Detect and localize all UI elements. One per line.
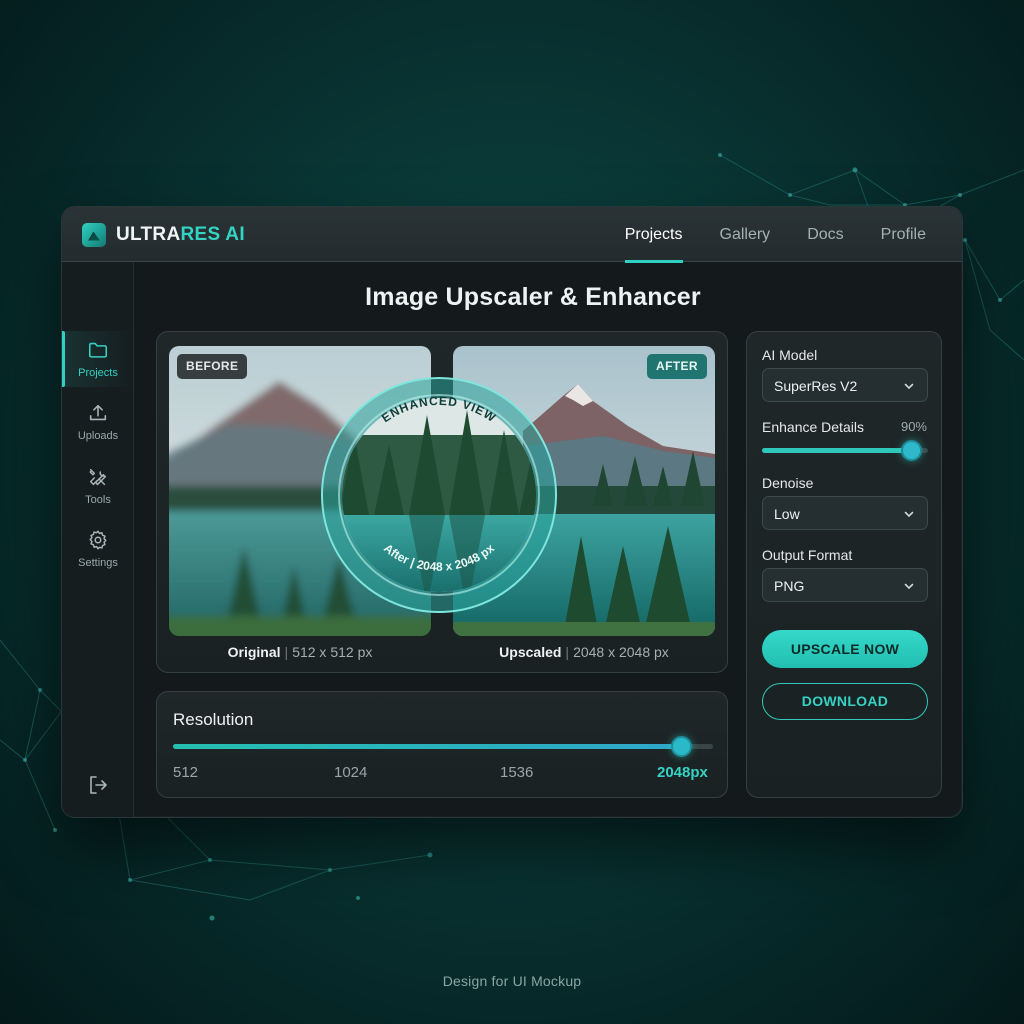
brand-name-main: ULTRA [116,223,181,245]
sidebar-item-projects[interactable]: Projects [62,331,134,387]
output-format-value: PNG [774,578,805,594]
app-window: ULTRARES AI Projects Gallery Docs Profil… [61,206,963,818]
ai-model-select[interactable]: SuperRes V2 [762,368,928,402]
resolution-tick-1536[interactable]: 1536 [500,764,533,781]
denoise-value: Low [774,506,800,522]
resolution-tick-1024[interactable]: 1024 [334,764,367,781]
top-bar: ULTRARES AI Projects Gallery Docs Profil… [62,207,962,263]
settings-panel: AI Model SuperRes V2 Enhance Details 90%… [746,331,942,798]
upscaled-caption: Upscaled | 2048 x 2048 px [453,644,715,660]
resolution-label: Resolution [173,710,254,729]
tools-icon [89,468,107,486]
logo-icon [82,222,106,247]
resolution-slider[interactable] [173,736,713,757]
enhance-details-value: 90% [900,419,927,434]
enhance-details-fill [762,448,912,453]
sidebar-item-label: Tools [85,494,111,506]
denoise-label: Denoise [762,475,814,491]
download-button[interactable]: DOWNLOAD [762,683,928,720]
before-tag: BEFORE [177,354,248,379]
tab-docs[interactable]: Docs [807,207,843,262]
folder-icon [88,342,108,358]
original-label: Original [227,644,281,660]
brand-name: ULTRARES AI [116,224,245,246]
upscale-now-button[interactable]: UPSCALE NOW [762,630,928,668]
original-size: 512 x 512 px [292,644,373,660]
enhance-details-label: Enhance Details [762,419,864,435]
sidebar-item-label: Projects [78,367,118,379]
logout-icon[interactable] [86,773,110,797]
caption-separator: | [284,644,289,660]
output-format-label: Output Format [762,547,853,563]
compare-panel: BEFORE AFTER ENHANCED VIEW After | 2048 … [156,331,728,673]
caption-separator: | [565,644,570,660]
brand[interactable]: ULTRARES AI [82,221,245,248]
chevron-down-icon [904,383,914,390]
ai-model-label: AI Model [762,347,818,363]
chevron-down-icon [904,583,914,590]
upscaled-size: 2048 x 2048 px [573,644,669,660]
sidebar-item-uploads[interactable]: Uploads [62,394,134,450]
resolution-tick-2048[interactable]: 2048px [657,764,708,781]
page-title: Image Upscaler & Enhancer [365,283,701,311]
footer-credit: Design for UI Mockup [442,973,582,989]
tab-profile[interactable]: Profile [881,207,926,262]
resolution-slider-fill [173,744,681,749]
tab-gallery[interactable]: Gallery [720,207,771,262]
ai-model-value: SuperRes V2 [774,378,858,394]
resolution-slider-thumb[interactable] [670,736,692,757]
enhanced-view-loupe[interactable]: ENHANCED VIEW After | 2048 x 2048 px [319,375,559,615]
brand-name-accent: RES AI [180,223,245,245]
resolution-tick-512[interactable]: 512 [173,764,198,781]
sidebar-item-label: Uploads [77,430,119,442]
chevron-down-icon [904,511,914,518]
upload-icon [89,404,107,421]
sidebar-item-tools[interactable]: Tools [62,458,134,514]
gear-icon [89,530,107,550]
sidebar-item-settings[interactable]: Settings [62,521,134,577]
output-format-select[interactable]: PNG [762,568,928,602]
resolution-panel: Resolution 512 1024 1536 2048px [156,691,728,798]
enhance-details-thumb[interactable] [901,440,923,461]
enhance-details-slider[interactable] [762,440,928,461]
original-caption: Original | 512 x 512 px [169,644,431,660]
sidebar: Projects Uploads Tools Settings [62,262,134,817]
denoise-select[interactable]: Low [762,496,928,530]
upscaled-label: Upscaled [499,644,562,660]
tab-projects[interactable]: Projects [624,207,683,263]
sidebar-item-label: Settings [78,557,118,569]
after-tag: AFTER [647,354,707,379]
top-nav: Projects Gallery Docs Profile [624,207,962,263]
